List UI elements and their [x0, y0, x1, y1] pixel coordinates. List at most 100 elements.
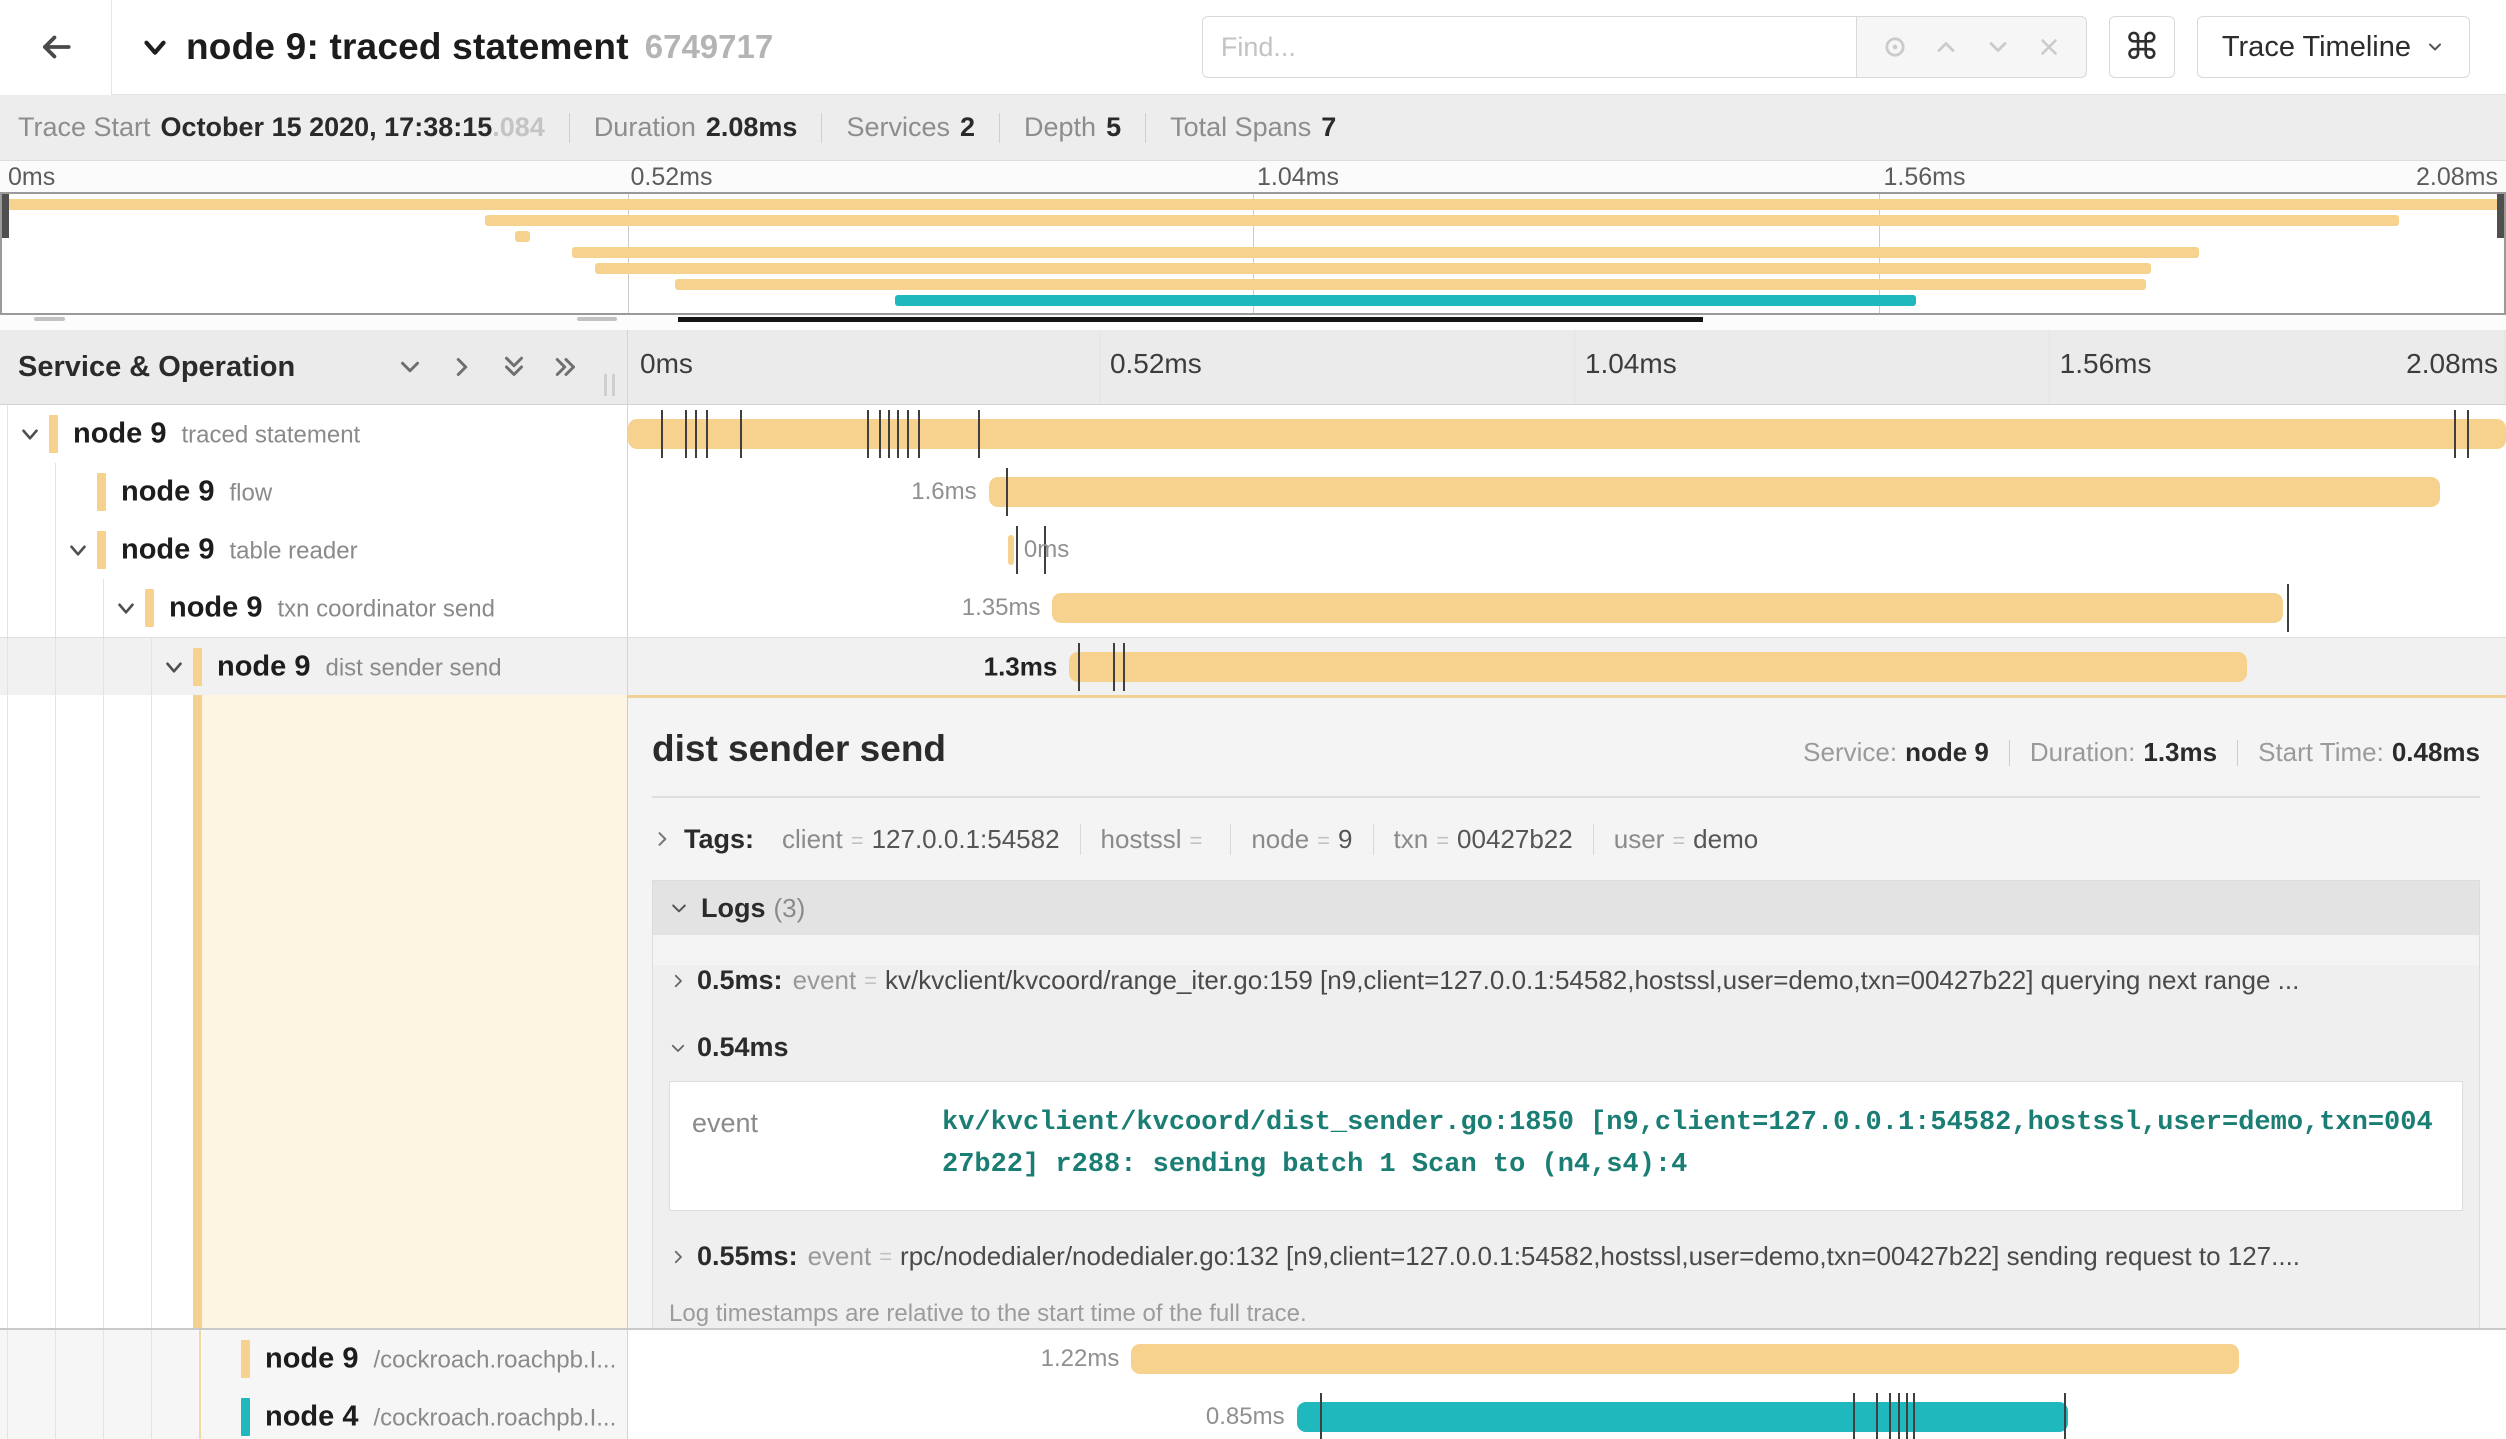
span-timeline-cell[interactable]: 1.3ms	[628, 638, 2506, 695]
expand-one-icon[interactable]	[447, 352, 477, 382]
divider	[999, 113, 1000, 143]
timeline-scroll-indicator[interactable]	[678, 317, 1703, 322]
span-row-selected[interactable]: node 9dist sender send 1.3ms	[0, 637, 2506, 695]
span-name-cell[interactable]: node 9flow	[0, 463, 628, 521]
span-row[interactable]: node 9txn coordinator send 1.35ms	[0, 579, 2506, 637]
span-bar[interactable]	[1052, 593, 2282, 623]
find-bar	[1202, 16, 2087, 78]
span-name-cell[interactable]: node 9table reader	[0, 521, 628, 579]
top-bar: node 9: traced statement 6749717 ⌘ Trace…	[0, 0, 2506, 95]
span-row[interactable]: node 9table reader 0ms	[0, 521, 2506, 579]
span-bar[interactable]	[1069, 652, 2247, 682]
chevron-up-icon[interactable]	[1932, 33, 1960, 61]
chevron-down-icon[interactable]	[161, 654, 187, 680]
span-name-cell[interactable]: node 9txn coordinator send	[0, 579, 628, 637]
timeline-header: 0ms 0.52ms 1.04ms 1.56ms 2.08ms	[628, 330, 2506, 404]
minimap-span-bar	[595, 263, 2151, 274]
chevron-down-icon[interactable]	[138, 30, 172, 64]
log-time: 0.54ms	[697, 1032, 789, 1063]
keyboard-shortcuts-button[interactable]: ⌘	[2109, 16, 2175, 78]
log-entry[interactable]: 0.55ms: event = rpc/nodedialer/nodediale…	[669, 1241, 2463, 1272]
locate-target-icon[interactable]	[1881, 33, 1909, 61]
span-timeline-cell[interactable]	[628, 405, 2506, 463]
expand-all-icon[interactable]	[551, 352, 581, 382]
back-button[interactable]	[0, 0, 112, 95]
logs-header[interactable]: Logs (3)	[653, 881, 2479, 935]
chevron-down-icon[interactable]	[17, 421, 43, 447]
tick-label: 2.08ms	[2416, 163, 2498, 192]
column-resizer-grip[interactable]	[604, 374, 615, 396]
span-bar[interactable]	[989, 477, 2441, 507]
span-row[interactable]: node 4/cockroach.roachpb.I... 0.85ms	[0, 1388, 2506, 1439]
tag-item: node=9	[1230, 824, 1372, 855]
log-marker-tick	[685, 410, 687, 458]
chevron-down-icon[interactable]	[65, 537, 91, 563]
indent-guide	[103, 1330, 104, 1388]
log-entry-expanded-header[interactable]: 0.54ms	[669, 1032, 2463, 1063]
indent-guide	[55, 521, 56, 579]
indent-guide	[7, 638, 8, 695]
span-row[interactable]: node 9flow 1.6ms	[0, 463, 2506, 521]
span-bar[interactable]	[1297, 1402, 2069, 1432]
span-timeline-cell[interactable]: 1.22ms	[628, 1330, 2506, 1388]
detail-title: dist sender send	[652, 728, 946, 770]
span-timeline-cell[interactable]: 0.85ms	[628, 1388, 2506, 1439]
minimap-scrubber-nub[interactable]	[577, 317, 617, 321]
chevron-down-icon[interactable]	[113, 595, 139, 621]
log-marker-tick	[897, 410, 899, 458]
range-drag-handle-left[interactable]	[2, 194, 9, 238]
span-service: node 9	[73, 418, 166, 450]
indent-guide	[7, 1388, 8, 1439]
span-timeline-cell[interactable]: 1.35ms	[628, 579, 2506, 637]
view-selector-button[interactable]: Trace Timeline	[2197, 16, 2470, 78]
span-color-bar	[145, 589, 154, 627]
log-detail-table: event kv/kvclient/kvcoord/dist_sender.go…	[669, 1081, 2463, 1211]
span-operation: /cockroach.roachpb.I...	[373, 1405, 616, 1432]
services-label: Services	[846, 112, 950, 143]
span-name-cell[interactable]: node 9/cockroach.roachpb.I...	[0, 1330, 628, 1388]
log-marker-tick	[2467, 410, 2469, 458]
collapse-one-icon[interactable]	[395, 352, 425, 382]
collapse-controls	[395, 352, 581, 382]
tags-row[interactable]: Tags: client=127.0.0.1:54582 hostssl= no…	[652, 814, 2480, 864]
span-operation: dist sender send	[325, 654, 501, 681]
trace-title-group[interactable]: node 9: traced statement 6749717	[138, 26, 1202, 68]
range-drag-handle-right[interactable]	[2497, 194, 2504, 238]
log-marker-tick	[867, 410, 869, 458]
collapse-all-icon[interactable]	[499, 352, 529, 382]
span-timeline-cell[interactable]: 0ms	[628, 521, 2506, 579]
log-key: event	[808, 1241, 872, 1272]
span-name-cell[interactable]: node 9traced statement	[0, 405, 628, 463]
span-name-cell[interactable]: node 4/cockroach.roachpb.I...	[0, 1388, 628, 1439]
span-row[interactable]: node 9/cockroach.roachpb.I... 1.22ms	[0, 1330, 2506, 1388]
log-marker-tick	[2064, 1393, 2066, 1439]
log-marker-tick	[1078, 643, 1080, 691]
find-input[interactable]	[1202, 16, 1857, 78]
tick-label: 1.56ms	[1884, 163, 1966, 192]
span-detail-indent	[0, 695, 628, 1328]
log-marker-tick	[2454, 410, 2456, 458]
divider	[2237, 740, 2238, 766]
close-icon[interactable]	[2036, 34, 2062, 60]
log-marker-tick	[1898, 1393, 1900, 1439]
span-bar[interactable]	[628, 419, 2506, 449]
span-rows: node 9traced statement node 9flow 1.6ms …	[0, 405, 2506, 1439]
minimap-scrubber-nub[interactable]	[34, 317, 65, 321]
span-name-cell[interactable]: node 9dist sender send	[0, 638, 628, 695]
trace-minimap[interactable]	[0, 192, 2506, 315]
indent-guide	[151, 638, 152, 695]
indent-guide	[55, 638, 56, 695]
log-entry[interactable]: 0.5ms: event = kv/kvclient/kvcoord/range…	[669, 965, 2463, 996]
span-timeline-cell[interactable]: 1.6ms	[628, 463, 2506, 521]
span-service: node 9	[169, 592, 262, 624]
indent-guide	[199, 1330, 201, 1388]
chevron-down-icon[interactable]	[1984, 33, 2012, 61]
minimap-span-bar	[2, 199, 2504, 210]
span-row[interactable]: node 9traced statement	[0, 405, 2506, 463]
tick-label: 1.04ms	[1585, 348, 1677, 380]
span-bar[interactable]	[1131, 1344, 2239, 1374]
span-bar[interactable]	[1008, 535, 1014, 565]
chevron-right-icon	[669, 972, 687, 990]
log-marker-tick	[695, 410, 697, 458]
span-service: node 9	[121, 476, 214, 508]
